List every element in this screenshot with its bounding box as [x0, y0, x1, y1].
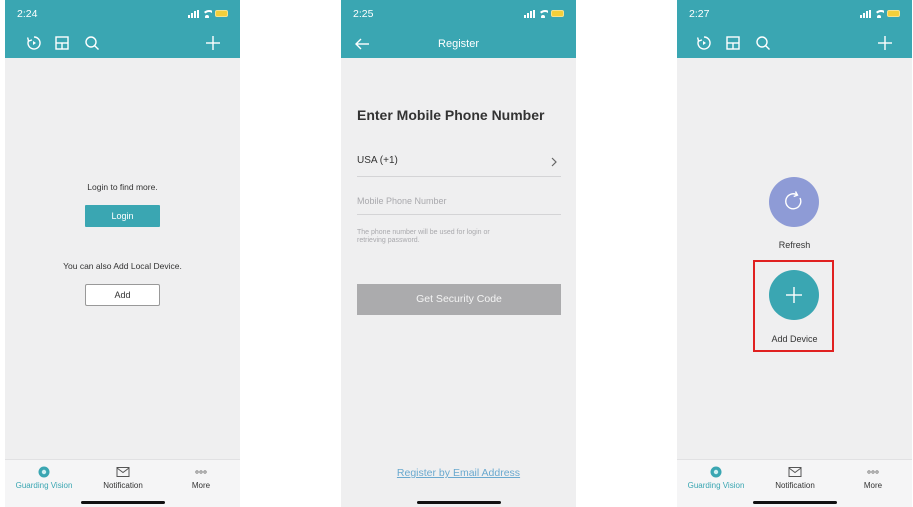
- more-dots-icon: [867, 470, 879, 474]
- status-bar: 2:27: [677, 0, 912, 26]
- phone-hint: The phone number will be used for login …: [357, 229, 547, 245]
- add-device-label: Add Device: [771, 334, 818, 344]
- register-heading: Enter Mobile Phone Number: [357, 107, 545, 123]
- home-toolbar: [5, 30, 240, 56]
- tab-notification[interactable]: Notification: [84, 466, 162, 490]
- add-device-button[interactable]: [769, 270, 819, 320]
- mail-icon: [788, 467, 802, 477]
- tab-label: Notification: [103, 481, 143, 490]
- wifi-icon: [202, 9, 212, 18]
- page-title: Register: [438, 38, 479, 50]
- country-code-value: USA (+1): [357, 155, 398, 166]
- history-icon[interactable]: [695, 34, 713, 52]
- refresh-icon: [785, 191, 802, 210]
- tab-bar: Guarding Vision Notification More: [5, 459, 240, 507]
- plus-icon[interactable]: [876, 34, 894, 52]
- status-bar: 2:24: [5, 0, 240, 26]
- app-header: 2:27: [677, 0, 912, 58]
- status-time: 2:24: [17, 8, 38, 20]
- battery-icon: [551, 10, 564, 17]
- local-device-prompt: You can also Add Local Device.: [63, 261, 182, 271]
- chevron-right-icon: [551, 157, 557, 167]
- signal-icon: [524, 9, 535, 18]
- status-time: 2:27: [689, 8, 710, 20]
- system-indicators: [524, 9, 564, 18]
- search-icon[interactable]: [83, 34, 101, 52]
- battery-icon: [215, 10, 228, 17]
- home-indicator[interactable]: [753, 501, 837, 504]
- home-indicator[interactable]: [417, 501, 501, 504]
- wifi-icon: [874, 9, 884, 18]
- guarding-vision-icon: [38, 466, 50, 478]
- system-indicators: [188, 9, 228, 18]
- app-header: 2:24: [5, 0, 240, 58]
- app-header: 2:25 Register: [341, 0, 576, 58]
- mobile-phone-input[interactable]: [357, 188, 561, 215]
- layout-icon[interactable]: [724, 34, 742, 52]
- home-indicator[interactable]: [81, 501, 165, 504]
- status-time: 2:25: [353, 8, 374, 20]
- history-icon[interactable]: [25, 34, 43, 52]
- tab-more[interactable]: More: [162, 466, 240, 490]
- tab-label: Notification: [775, 481, 815, 490]
- signal-icon: [860, 9, 871, 18]
- add-local-device-button[interactable]: Add: [85, 284, 160, 306]
- get-security-code-button[interactable]: Get Security Code: [357, 284, 561, 315]
- mail-icon: [116, 467, 130, 477]
- tab-label: More: [863, 481, 883, 490]
- tab-bar: Guarding Vision Notification More: [677, 459, 912, 507]
- login-prompt: Login to find more.: [87, 182, 158, 192]
- signal-icon: [188, 9, 199, 18]
- phone-hint-line-2: retrieving password.: [357, 237, 420, 244]
- tab-guarding-vision[interactable]: Guarding Vision: [677, 466, 755, 490]
- tab-more[interactable]: More: [834, 466, 912, 490]
- tab-label: Guarding Vision: [15, 481, 73, 490]
- tab-label: More: [191, 481, 211, 490]
- status-bar: 2:25: [341, 0, 576, 26]
- phone-screen-register: 2:25 Register Enter Mobile Phone Number …: [341, 0, 576, 507]
- refresh-button[interactable]: [769, 177, 819, 227]
- register-by-email-link[interactable]: Register by Email Address: [341, 467, 576, 479]
- phone-screen-home-logged-out: 2:24 Login to find more. Login You can a…: [5, 0, 240, 507]
- home-toolbar: [677, 30, 912, 56]
- plus-icon[interactable]: [204, 34, 222, 52]
- tab-label: Guarding Vision: [687, 481, 745, 490]
- layout-icon[interactable]: [53, 34, 71, 52]
- guarding-vision-icon: [710, 466, 722, 478]
- tab-guarding-vision[interactable]: Guarding Vision: [5, 466, 83, 490]
- login-button[interactable]: Login: [85, 205, 160, 227]
- plus-icon: [786, 287, 802, 303]
- country-code-selector[interactable]: USA (+1): [357, 150, 561, 177]
- phone-screen-add-device: 2:27 Refresh Add Device Guarding Vision …: [677, 0, 912, 507]
- refresh-label: Refresh: [778, 240, 811, 250]
- battery-icon: [887, 10, 900, 17]
- system-indicators: [860, 9, 900, 18]
- wifi-icon: [538, 9, 548, 18]
- phone-hint-line-1: The phone number will be used for login …: [357, 229, 490, 236]
- more-dots-icon: [195, 470, 207, 474]
- tab-notification[interactable]: Notification: [756, 466, 834, 490]
- search-icon[interactable]: [754, 34, 772, 52]
